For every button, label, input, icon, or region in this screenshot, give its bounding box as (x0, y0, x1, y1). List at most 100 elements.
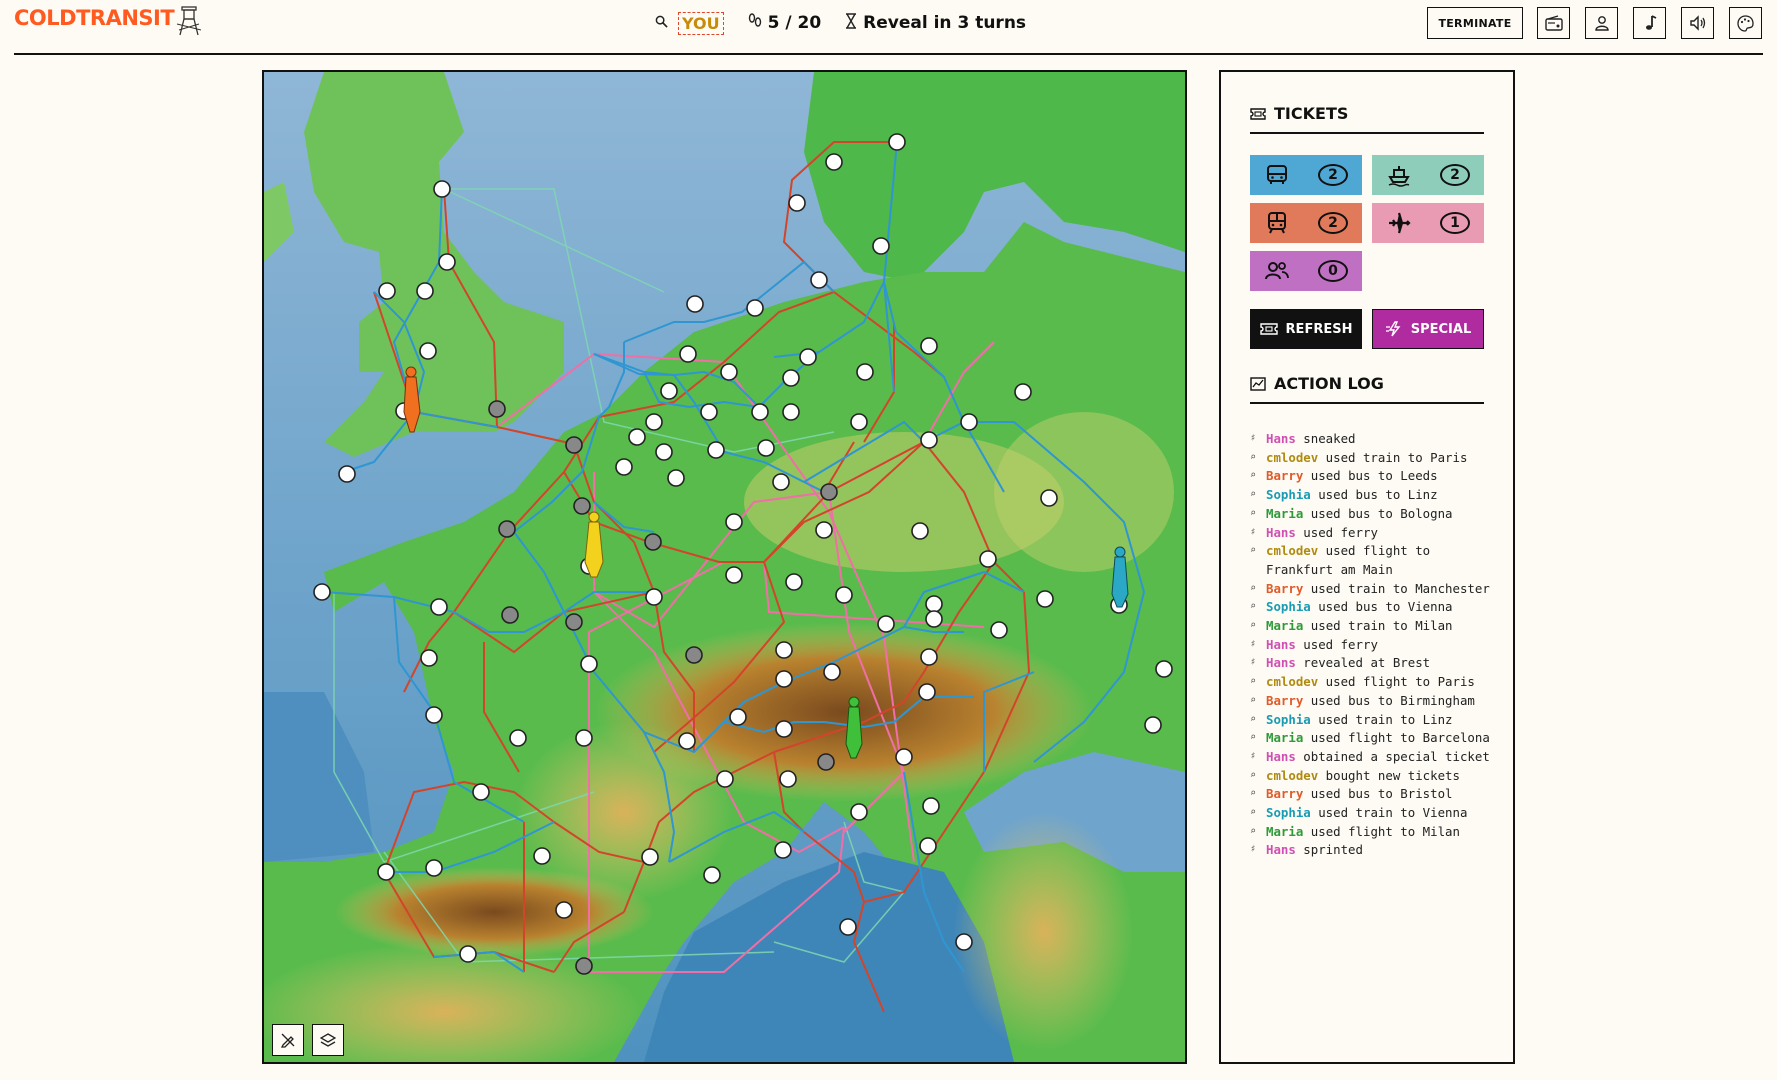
search-icon: ⌕ (1250, 470, 1257, 482)
log-entry-player: Maria (1266, 618, 1304, 634)
draw-tool-button[interactable] (272, 1024, 304, 1056)
log-entry-player: Maria (1266, 730, 1304, 746)
log-entry-text: bought new tickets (1318, 767, 1460, 783)
layers-button[interactable] (312, 1024, 344, 1056)
flight-ticket[interactable]: 1 (1372, 203, 1484, 243)
log-entry-text: used train to Paris (1318, 449, 1468, 465)
ticket-refresh-icon (1259, 323, 1278, 335)
relief-bohemia (994, 412, 1174, 572)
refresh-button[interactable]: REFRESH (1250, 309, 1362, 349)
bus-icon (1264, 162, 1290, 188)
music-icon (1645, 15, 1656, 30)
map-canvas[interactable] (264, 72, 1185, 1062)
search-icon: ⌕ (1250, 489, 1257, 501)
radio-icon (1544, 15, 1563, 31)
log-entry-player: Barry (1266, 692, 1304, 708)
log-entry-text: used bus to Bristol (1303, 786, 1453, 802)
log-entry-player: Hans (1266, 636, 1296, 652)
ferry-icon (1386, 162, 1412, 188)
header-divider (14, 53, 1763, 55)
log-entry-player: cmlodev (1266, 449, 1319, 465)
special-ticket-count: 0 (1318, 260, 1348, 282)
action-log-title: ACTION LOG (1274, 374, 1384, 393)
search-icon: ⌕ (1250, 825, 1257, 837)
tickets-title: TICKETS (1274, 104, 1349, 123)
search-icon: ⌕ (1250, 694, 1257, 706)
chart-icon (1250, 376, 1266, 391)
layers-icon (320, 1033, 336, 1047)
log-entry-player: Barry (1266, 786, 1304, 802)
game-map[interactable] (262, 70, 1187, 1064)
plane-icon (1386, 210, 1412, 236)
log-entry-text: used bus to Bologna (1303, 505, 1453, 521)
refresh-label: REFRESH (1285, 321, 1353, 337)
search-icon: ⌕ (1250, 451, 1257, 463)
turn-text: 5 / 20 (767, 13, 822, 33)
search-icon: ⌕ (1250, 582, 1257, 594)
relief-apennines (954, 812, 1134, 1052)
search-icon: ⌕ (1250, 807, 1257, 819)
log-entry: ⌕ cmlodev bought new tickets (1250, 767, 1490, 786)
log-entry-player: Hans (1266, 431, 1296, 446)
log-entry-text: used flight to Milan (1303, 823, 1460, 839)
special-label: SPECIAL (1410, 321, 1472, 337)
log-entry-text: used train to Linz (1310, 711, 1453, 727)
detective-logo-icon (176, 6, 202, 36)
terminate-button[interactable]: TERMINATE (1427, 7, 1523, 39)
reveal-counter: Reveal in 3 turns (845, 12, 1027, 34)
log-entry: ⌕ Maria used flight to Milan (1250, 823, 1490, 842)
log-entry: ⌕ Sophia used bus to Vienna (1250, 598, 1490, 617)
pen-slash-icon (280, 1033, 295, 1048)
log-entry: ⌕ Maria used flight to Barcelona (1250, 729, 1490, 748)
log-entry-player: Hans (1266, 748, 1296, 764)
log-entry: ⌕ Barry used bus to Bristol (1250, 785, 1490, 804)
log-entry: ♯ Hans obtained a special ticket (1250, 748, 1490, 767)
log-entry: ⌕ Barry used bus to Birmingham (1250, 692, 1490, 711)
hourglass-icon (845, 12, 857, 34)
theme-button[interactable] (1729, 7, 1762, 39)
log-entry: ♯ Hans used ferry (1250, 636, 1490, 655)
volume-button[interactable] (1681, 7, 1714, 39)
log-entry-text: used bus to Leeds (1303, 468, 1438, 484)
log-entry-text: used bus to Birmingham (1303, 692, 1475, 708)
log-entry: ⌕ Sophia used train to Vienna (1250, 804, 1490, 823)
log-entry-player: cmlodev (1266, 674, 1319, 690)
special-button[interactable]: SPECIAL (1372, 309, 1484, 349)
log-entry: ⌕ Sophia used bus to Linz (1250, 486, 1490, 505)
action-log-list: ♯ Hans sneaked ⌕ cmlodev used train to Pari… (1250, 430, 1490, 860)
log-entry-text: sprinted (1295, 842, 1363, 858)
side-panel: TICKETS 2 2 2 1 0 REFRESH SPECIAL ACTION… (1219, 70, 1515, 1064)
music-button[interactable] (1633, 7, 1666, 39)
action-log-header: ACTION LOG (1250, 374, 1384, 393)
profile-button[interactable] (1585, 7, 1618, 39)
log-entry-player: Barry (1266, 580, 1304, 596)
log-entry-player: Maria (1266, 505, 1304, 521)
log-entry-text: used flight to Barcelona (1303, 730, 1490, 746)
log-entry: ♯ Hans revealed at Brest (1250, 654, 1490, 673)
search-icon (655, 15, 668, 32)
train-ticket[interactable]: 2 (1250, 203, 1362, 243)
log-entry-text: used train to Milan (1303, 618, 1453, 634)
player-role-badge: YOU (678, 11, 724, 35)
footprints-icon (748, 12, 762, 34)
special-ticket[interactable]: 0 (1250, 251, 1362, 291)
lightning-icon (1385, 321, 1401, 337)
app-logo[interactable]: COLDTRANSIT (14, 6, 175, 30)
group-icon (1264, 258, 1290, 284)
train-icon (1264, 210, 1290, 236)
search-icon: ⌕ (1250, 769, 1257, 781)
reveal-text: Reveal in 3 turns (863, 13, 1027, 33)
relief-massif (514, 722, 734, 902)
log-entry-player: Sophia (1266, 487, 1311, 503)
bus-ticket[interactable]: 2 (1250, 155, 1362, 195)
log-entry-player: Barry (1266, 468, 1304, 484)
bus-ticket-count: 2 (1318, 164, 1348, 186)
log-entry-player: Hans (1266, 655, 1296, 671)
radio-button[interactable] (1537, 7, 1570, 39)
action-log-divider (1250, 402, 1484, 404)
log-entry-player: cmlodev (1266, 767, 1319, 783)
log-entry-player: cmlodev (1266, 543, 1319, 559)
flight-ticket-count: 1 (1440, 212, 1470, 234)
log-entry-player: Hans (1266, 524, 1296, 540)
ferry-ticket[interactable]: 2 (1372, 155, 1484, 195)
